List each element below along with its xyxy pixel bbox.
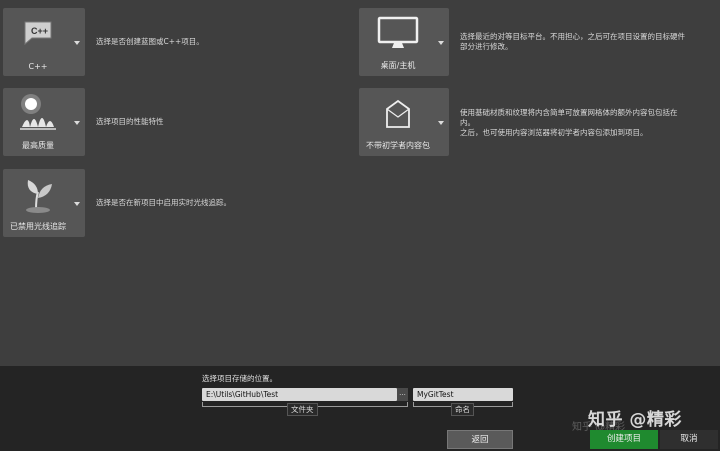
chevron-down-icon xyxy=(74,41,80,45)
cpp-icon: C++ xyxy=(3,8,73,58)
cancel-button[interactable]: 取消 xyxy=(660,430,718,449)
location-prompt: 选择项目存储的位置。 xyxy=(202,374,277,383)
tile-label: C++ xyxy=(28,62,48,71)
chevron-down-icon xyxy=(438,121,444,125)
starter-content-dropdown[interactable]: 不带初学者内容包 xyxy=(359,88,449,156)
tile-description: 选择项目的性能特性 xyxy=(96,117,164,126)
folder-path-field[interactable]: E:\Utils\GitHub\Test xyxy=(202,388,397,401)
svg-text:C++: C++ xyxy=(31,26,48,36)
name-caption: 命名 xyxy=(451,403,474,416)
chevron-down-icon xyxy=(74,202,80,206)
tile-description: 选择是否创建蓝图或C++项目。 xyxy=(96,37,204,46)
project-name-field[interactable]: MyGitTest xyxy=(413,388,513,401)
project-settings-panel: C++ C++ 选择是否创建蓝图或C++项目。 最高质量 选择项目的性能特性 已… xyxy=(0,0,720,366)
tile-description: 选择是否在新项目中启用实时光线追踪。 xyxy=(96,198,231,207)
chevron-down-icon xyxy=(438,41,444,45)
quality-dropdown[interactable]: 最高质量 xyxy=(3,88,85,156)
browse-button[interactable]: ... xyxy=(397,388,408,401)
project-type-dropdown[interactable]: C++ C++ xyxy=(3,8,85,76)
back-button[interactable]: 返回 xyxy=(447,430,513,449)
tile-description: 选择最近的对等目标平台。不用担心，之后可在项目设置的目标硬件 部分进行修改。 xyxy=(460,32,685,51)
tile-label: 桌面/主机 xyxy=(380,61,416,70)
folder-caption: 文件夹 xyxy=(287,403,318,416)
platform-dropdown[interactable]: 桌面/主机 xyxy=(359,8,449,76)
tile-label: 不带初学者内容包 xyxy=(366,141,430,150)
tile-description: 使用基础材质和纹理将内含简单可放置网格体的额外内容包包括在 内。 之后，也可使用… xyxy=(460,108,678,137)
tile-label: 最高质量 xyxy=(22,141,54,150)
tile-label: 已禁用光线追踪 xyxy=(10,222,66,231)
watermark: 知乎 @精彩 xyxy=(588,410,682,430)
raytracing-plant-icon xyxy=(3,169,73,219)
content-box-icon xyxy=(359,88,437,138)
create-project-button[interactable]: 创建项目 xyxy=(590,430,658,449)
monitor-icon xyxy=(359,8,437,58)
quality-icon xyxy=(3,88,73,138)
chevron-down-icon xyxy=(74,121,80,125)
raytracing-dropdown[interactable]: 已禁用光线追踪 xyxy=(3,169,85,237)
